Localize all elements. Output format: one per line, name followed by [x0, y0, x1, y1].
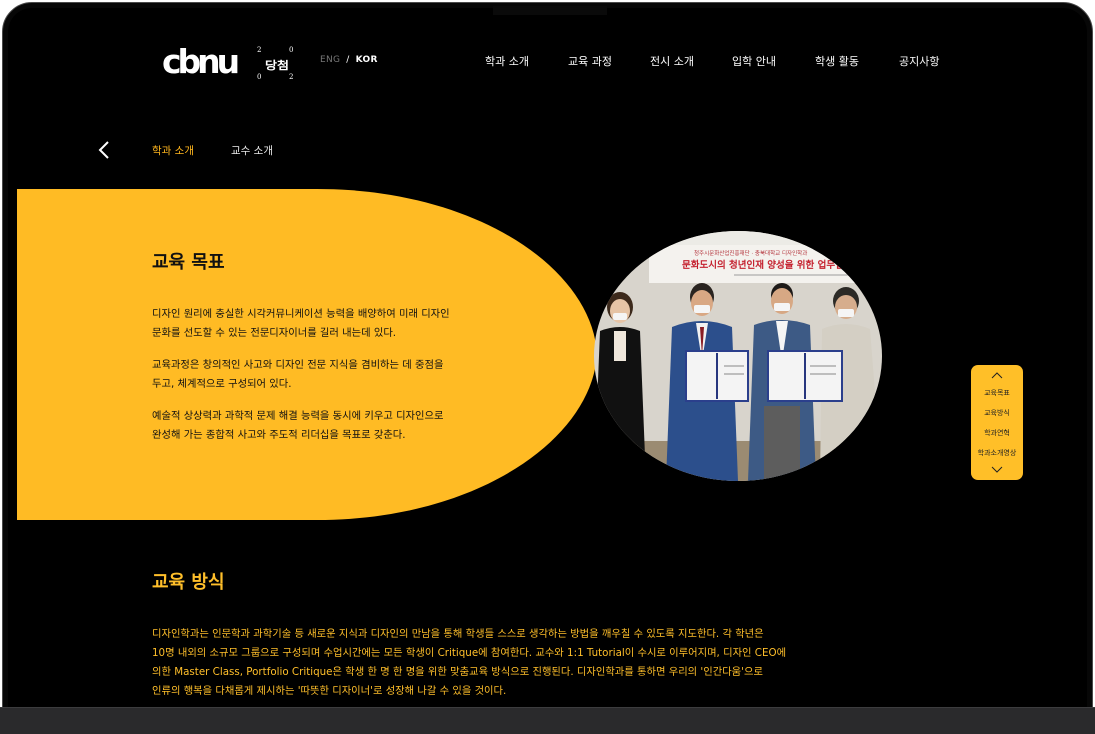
goal-p2-line-2: 두고, 체계적으로 구성되어 있다.	[152, 378, 292, 390]
method-title: 교육 방식	[152, 572, 225, 593]
chevron-up-icon[interactable]	[991, 371, 1003, 379]
nav-item-admission[interactable]: 입학 안내	[732, 53, 776, 69]
laptop-base	[0, 707, 1095, 734]
back-chevron-icon[interactable]	[97, 141, 111, 159]
subtab-faculty-intro[interactable]: 교수 소개	[231, 143, 273, 158]
nav-item-exhibition[interactable]: 전시 소개	[650, 53, 694, 69]
website-screen: cbnu 2 0 0 2 당첨 ENG / KOR 학과 소개 교육 과정 전시 소…	[17, 15, 1079, 708]
nav-item-curriculum[interactable]: 교육 과정	[568, 53, 612, 69]
method-line-4: 인류의 행복을 다채롭게 제시하는 '따뜻한 디자이너'로 성장해 나갈 수 있…	[152, 685, 507, 697]
anniversary-logo: 2 0 0 2 당첨	[257, 46, 293, 81]
method-line-1: 디자인학과는 인문학과 과학기술 등 새로운 지식과 디자인의 만남을 통해 학…	[152, 628, 764, 640]
goal-p3-line-2: 완성해 가는 종합적 사고와 주도적 리더십을 목표로 갖춘다.	[152, 429, 406, 441]
cbnu-logo-text: cbnu	[162, 42, 238, 81]
goal-p3-line-1: 예술적 상상력과 과학적 문제 해결 능력을 동시에 키우고 디자인으로	[152, 410, 444, 422]
goal-title: 교육 목표	[152, 252, 225, 273]
quick-nav-video[interactable]: 학과소개영상	[971, 448, 1023, 458]
goal-paragraph-3: 예술적 상상력과 과학적 문제 해결 능력을 동시에 키우고 디자인으로 완성해…	[152, 407, 492, 445]
mou-ceremony-photo: 청주시문화산업진흥재단 · 충북대학교 디자인학과 문화도시의 청년인재 양성을…	[594, 231, 882, 481]
language-switcher: ENG / KOR	[320, 55, 378, 65]
lang-eng-link[interactable]: ENG	[320, 55, 340, 65]
lang-separator: /	[346, 55, 350, 65]
goal-paragraph-1: 디자인 원리에 충실한 시각커뮤니케이션 능력을 배양하여 미래 디자인 문화를…	[152, 305, 492, 343]
banner-small-text: 청주시문화산업진흥재단 · 충북대학교 디자인학과	[694, 249, 807, 257]
quick-nav-goal[interactable]: 교육목표	[971, 388, 1023, 398]
logo2-glyphs: 당첨	[265, 58, 289, 72]
subtab-department-intro[interactable]: 학과 소개	[152, 143, 194, 158]
cbnu-logo[interactable]: cbnu	[162, 37, 240, 83]
logo2-digit-1: 2	[257, 46, 261, 54]
quick-nav-history[interactable]: 학과연혁	[971, 428, 1023, 438]
goal-p2-line-1: 교육과정은 창의적인 사고와 디자인 전문 지식을 겸비하는 데 중점을	[152, 359, 444, 371]
goal-p1-line-1: 디자인 원리에 충실한 시각커뮤니케이션 능력을 배양하여 미래 디자인	[152, 308, 450, 320]
logo2-digit-2: 0	[289, 46, 293, 54]
nav-item-department[interactable]: 학과 소개	[485, 53, 529, 69]
laptop-frame: cbnu 2 0 0 2 당첨 ENG / KOR 학과 소개 교육 과정 전시 소…	[0, 0, 1095, 734]
logo2-digit-4: 2	[289, 73, 293, 81]
method-line-3: 의한 Master Class, Portfolio Critique은 학생 …	[152, 666, 763, 678]
banner-main-text: 문화도시의 청년인재 양성을 위한 업무협	[682, 259, 844, 271]
goal-paragraph-2: 교육과정은 창의적인 사고와 디자인 전문 지식을 겸비하는 데 중점을 두고,…	[152, 356, 492, 394]
goal-p1-line-2: 문화를 선도할 수 있는 전문디자이너를 길러 내는데 있다.	[152, 327, 397, 339]
lang-kor-link[interactable]: KOR	[356, 55, 378, 65]
goal-background-shape	[17, 189, 597, 520]
method-paragraph: 디자인학과는 인문학과 과학기술 등 새로운 지식과 디자인의 만남을 통해 학…	[152, 625, 832, 701]
nav-item-notice[interactable]: 공지사항	[899, 53, 939, 69]
chevron-down-icon[interactable]	[991, 466, 1003, 474]
nav-item-student-activity[interactable]: 학생 활동	[815, 53, 859, 69]
method-line-2: 10명 내외의 소규모 그룹으로 구성되며 수업시간에는 모든 학생이 Crit…	[152, 647, 787, 659]
quick-nav-panel: 교육목표 교육방식 학과연혁 학과소개영상	[971, 365, 1023, 480]
logo2-digit-3: 0	[257, 73, 261, 81]
quick-nav-method[interactable]: 교육방식	[971, 408, 1023, 418]
